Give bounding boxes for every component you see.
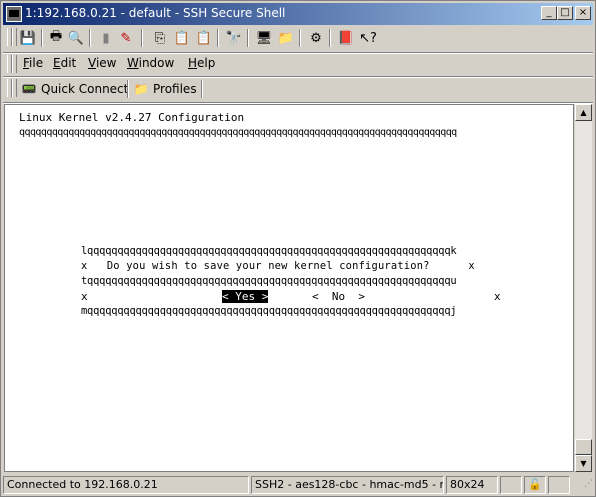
paste-special-icon[interactable]: 📋	[195, 29, 213, 47]
no-button[interactable]: < No >	[312, 290, 365, 303]
quick-connect-icon: 📟	[21, 82, 37, 96]
terminal-size: 80x24	[446, 476, 498, 494]
quick-connect-button[interactable]: 📟 Quick Connect	[21, 79, 129, 99]
profiles-label: Profiles	[153, 82, 197, 96]
toolbar-separator	[89, 29, 91, 47]
yes-button[interactable]: < Yes >	[222, 290, 269, 303]
close-button[interactable]: ×	[575, 6, 591, 20]
terminal-app-icon[interactable]	[6, 6, 22, 22]
print-icon[interactable]: 🖶	[47, 29, 65, 47]
toolbar-separator	[127, 80, 129, 98]
menu-view[interactable]: View	[88, 56, 116, 70]
new-terminal-icon[interactable]: 🖥	[255, 29, 273, 47]
context-help-icon[interactable]: ↖?	[359, 29, 377, 47]
toolbar-separator	[329, 29, 331, 47]
settings-icon[interactable]: ⚙	[307, 29, 325, 47]
profiles-toolbar: 📟 Quick Connect 📁 Profiles	[3, 76, 593, 103]
help-book-icon[interactable]: 📕	[337, 29, 355, 47]
file-transfer-icon[interactable]: 📁	[277, 29, 295, 47]
dialog-border-left: x	[81, 290, 88, 303]
menu-file[interactable]: File	[23, 56, 43, 70]
save-icon[interactable]: 💾	[19, 29, 37, 47]
terminal-line-header: Linux Kernel v2.4.27 Configuration	[19, 111, 245, 124]
window-title: 1:192.168.0.21 - default - SSH Secure Sh…	[25, 6, 286, 20]
toolbar-grip[interactable]	[12, 28, 17, 46]
toolbar-separator	[247, 29, 249, 47]
status-indicator	[500, 476, 522, 494]
disconnect-icon[interactable]: ▮	[97, 29, 115, 47]
scroll-thumb[interactable]	[575, 439, 592, 455]
toolbar-separator	[141, 29, 143, 47]
vertical-scrollbar[interactable]: ▲ ▼	[575, 104, 592, 472]
terminal-screen[interactable]: Linux Kernel v2.4.27 Configuration qqqqq…	[4, 104, 574, 472]
title-bar: 1:192.168.0.21 - default - SSH Secure Sh…	[3, 3, 593, 25]
maximize-button[interactable]: □	[557, 6, 573, 20]
dialog-border-mid: tqqqqqqqqqqqqqqqqqqqqqqqqqqqqqqqqqqqqqqq…	[81, 275, 457, 287]
scroll-up-icon[interactable]: ▲	[575, 104, 592, 121]
connection-status: Connected to 192.168.0.21	[3, 476, 249, 494]
toolbar-separator	[299, 29, 301, 47]
resize-grip-icon[interactable]: ⋰	[572, 476, 593, 494]
quick-connect-label: Quick Connect	[41, 82, 129, 96]
toolbar-grip[interactable]	[12, 55, 17, 73]
main-toolbar: 💾 🖶 🔍 ▮ ✎ ⎘ 📋 📋 🔭 🖥 📁 ⚙ 📕 ↖?	[3, 25, 593, 53]
scroll-down-icon[interactable]: ▼	[575, 455, 592, 472]
dialog-message: x Do you wish to save your new kernel co…	[81, 260, 475, 272]
paste-icon[interactable]: 📋	[173, 29, 191, 47]
find-icon[interactable]: 🔭	[225, 29, 243, 47]
toolbar-separator	[41, 29, 43, 47]
dialog-border-right: x	[494, 290, 501, 303]
minimize-button[interactable]: _	[541, 6, 557, 20]
connection-lock-icon: 🔓	[524, 476, 546, 494]
print-preview-icon[interactable]: 🔍	[67, 29, 85, 47]
profiles-button[interactable]: 📁 Profiles	[133, 79, 197, 99]
connect-icon[interactable]: ✎	[117, 29, 135, 47]
menu-help[interactable]: Help	[188, 56, 215, 70]
copy-icon[interactable]: ⎘	[151, 29, 169, 47]
menu-edit[interactable]: Edit	[53, 56, 76, 70]
status-bar: Connected to 192.168.0.21 SSH2 - aes128-…	[3, 475, 593, 495]
status-indicator	[548, 476, 570, 494]
menu-window[interactable]: Window	[127, 56, 174, 70]
dialog-border-top: lqqqqqqqqqqqqqqqqqqqqqqqqqqqqqqqqqqqqqqq…	[81, 245, 457, 257]
toolbar-separator	[217, 29, 219, 47]
terminal-line-rule: qqqqqqqqqqqqqqqqqqqqqqqqqqqqqqqqqqqqqqqq…	[19, 127, 457, 138]
folder-icon: 📁	[133, 82, 149, 96]
ssh-client-window: 1:192.168.0.21 - default - SSH Secure Sh…	[0, 0, 596, 497]
toolbar-separator	[201, 80, 203, 98]
toolbar-grip[interactable]	[12, 79, 17, 97]
cipher-status: SSH2 - aes128-cbc - hmac-md5 - r	[251, 476, 444, 494]
menu-bar: File Edit View Window Help	[3, 52, 593, 77]
dialog-border-bottom: mqqqqqqqqqqqqqqqqqqqqqqqqqqqqqqqqqqqqqqq…	[81, 305, 457, 317]
